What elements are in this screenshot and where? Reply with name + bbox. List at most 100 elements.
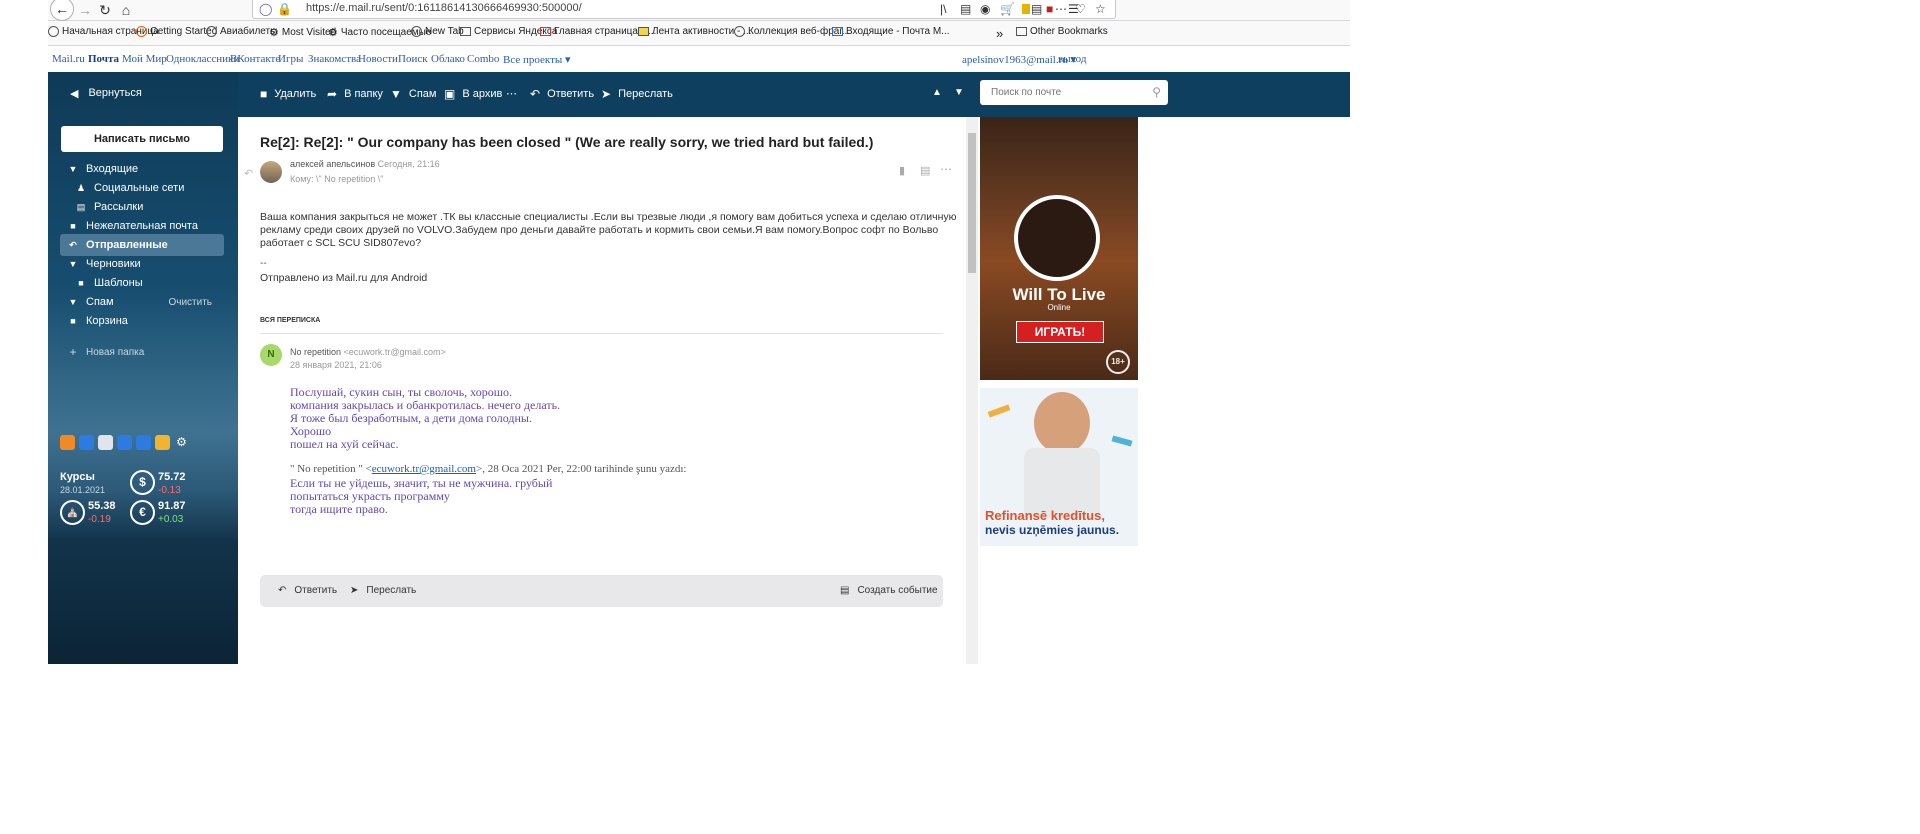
- page-actions-icon[interactable]: ⋯: [1055, 2, 1067, 16]
- compose-button[interactable]: Написать письмо: [61, 126, 223, 152]
- trash-icon: ■: [70, 316, 76, 326]
- portal-link[interactable]: Новости: [358, 53, 398, 65]
- firefox-icon: [136, 26, 147, 37]
- archive-button[interactable]: ▣ В архив: [444, 87, 502, 101]
- decor-stripe: [1111, 435, 1133, 447]
- quoted-line: тогда ищите право.: [290, 502, 388, 516]
- reader-view-icon[interactable]: ▤: [1031, 2, 1042, 16]
- spam-button[interactable]: ▼ Спам: [390, 87, 436, 101]
- triangle-down-icon: ▼: [68, 259, 78, 269]
- bookmark-item[interactable]: Авиабилеты: [206, 26, 277, 37]
- message-more-icon[interactable]: ⋯: [940, 162, 952, 176]
- portal-link[interactable]: Мой Мир: [122, 53, 167, 65]
- folder-trash[interactable]: ■ Корзина: [60, 310, 224, 332]
- tasks-icon[interactable]: [117, 435, 132, 450]
- library-icon[interactable]: |\: [940, 2, 946, 16]
- quote-header: " No repetition " <ecuwork.tr@gmail.com>…: [290, 463, 687, 475]
- account-icon[interactable]: ◉: [980, 2, 990, 16]
- bookmark-flag-icon[interactable]: ▮: [899, 164, 905, 177]
- portal-link[interactable]: Почта: [88, 53, 119, 65]
- oil-barrel-icon: ⛪: [60, 500, 85, 525]
- sender-name[interactable]: алексей апельсинов: [290, 159, 375, 169]
- portal-link[interactable]: Одноклассники: [166, 53, 239, 65]
- bookmark-star-icon[interactable]: ☆: [1095, 2, 1106, 16]
- bookmark-item[interactable]: Входящие - Почта М...: [832, 26, 950, 37]
- people-icon: ♟: [76, 182, 86, 193]
- logout-link[interactable]: выход: [1058, 53, 1086, 65]
- chevron-down-icon: ▾: [565, 54, 571, 66]
- more-icon[interactable]: ⋯: [506, 87, 517, 100]
- bookmark-item[interactable]: ⚙ Most Visited: [269, 26, 336, 39]
- lock-icon[interactable]: 🔒: [277, 2, 292, 16]
- addon-icon[interactable]: ■: [1046, 2, 1053, 16]
- portal-link[interactable]: Combo: [467, 53, 499, 65]
- search-icon[interactable]: ⚲: [1152, 85, 1161, 99]
- email-link[interactable]: ecuwork.tr@gmail.com: [372, 463, 476, 475]
- search-box[interactable]: ⚲: [980, 80, 1168, 105]
- loan-ad-headline: Refinansē kredītus,: [985, 508, 1105, 523]
- other-bookmarks[interactable]: Other Bookmarks: [1016, 26, 1108, 37]
- portal-link[interactable]: ВКонтакте: [230, 53, 280, 65]
- eur-rate: 91.87: [158, 500, 186, 512]
- home-icon[interactable]: ⌂: [115, 0, 137, 20]
- forward-arrow-icon[interactable]: →: [74, 0, 96, 20]
- menu-icon[interactable]: ☰: [1068, 2, 1079, 16]
- scrollbar[interactable]: [966, 117, 978, 664]
- reply-bar-forward-button[interactable]: ➤ Переслать: [350, 585, 416, 596]
- delete-button[interactable]: ■ Удалить: [260, 87, 316, 101]
- reply-bar: ↶ Ответить ➤ Переслать ▤ Создать событие: [260, 575, 943, 607]
- avatar: [260, 161, 282, 183]
- portal-link[interactable]: Mail.ru: [52, 53, 85, 65]
- triangle-down-icon: ▼: [68, 164, 78, 174]
- portal-link[interactable]: Облако: [431, 53, 465, 65]
- game-ad-banner[interactable]: Will To Live Online ИГРАТЬ! 18+: [980, 117, 1138, 380]
- mail-icon: [832, 27, 843, 36]
- cart-icon[interactable]: 🛒: [1000, 2, 1015, 16]
- move-to-folder-button[interactable]: ➦ В папку: [327, 87, 383, 101]
- bookmarks-overflow-icon[interactable]: »: [996, 26, 1003, 41]
- reply-button[interactable]: ↶ Ответить: [530, 87, 594, 101]
- portal-link[interactable]: Знакомства: [308, 53, 361, 65]
- forward-button[interactable]: ➤ Переслать: [601, 87, 673, 101]
- sidebar-icon[interactable]: ▤: [960, 2, 971, 16]
- rates-title: Курсы: [60, 471, 95, 483]
- scrollbar-thumb[interactable]: [968, 133, 976, 273]
- next-message-icon[interactable]: ▼: [954, 87, 964, 98]
- eur-change: +0.03: [158, 514, 184, 525]
- reload-icon[interactable]: ↻: [94, 0, 116, 20]
- quoted-sender-line: No repetition <ecuwork.tr@gmail.com>: [290, 347, 446, 357]
- portal-link[interactable]: Поиск: [398, 53, 428, 65]
- sidebar: ◀ Вернуться Написать письмо ▼ Входящие ♟ Со…: [48, 72, 238, 664]
- previous-message-icon[interactable]: ▲: [932, 87, 942, 98]
- all-projects-link[interactable]: Все проекты ▾: [503, 53, 571, 66]
- oil-rate: 55.38: [88, 500, 116, 512]
- calendar-event-icon[interactable]: ▤: [920, 164, 930, 177]
- bookmark-item[interactable]: New Tab: [411, 26, 464, 37]
- url-text: https://e.mail.ru/sent/0:161186141306664…: [306, 2, 582, 14]
- fist-emblem-icon: [1014, 195, 1100, 281]
- games-icon[interactable]: [155, 435, 170, 450]
- contacts-icon[interactable]: [79, 435, 94, 450]
- quoted-sender-name[interactable]: No repetition: [290, 347, 341, 357]
- folder-icon: [1016, 27, 1027, 36]
- calendar-icon[interactable]: [98, 435, 113, 450]
- cloud-icon[interactable]: [60, 435, 75, 450]
- dollar-icon: $: [130, 470, 155, 495]
- settings-gear-icon[interactable]: ⚙: [174, 435, 189, 450]
- back-button[interactable]: ◀ Вернуться: [70, 87, 142, 100]
- quoted-line: пошел на хуй сейчас.: [290, 437, 399, 451]
- back-arrow-icon[interactable]: ←: [50, 0, 74, 21]
- loan-ad-banner[interactable]: Refinansē kredītus, nevis uzņēmies jaunu…: [980, 388, 1138, 546]
- search-input[interactable]: [989, 86, 1143, 99]
- video-call-icon[interactable]: [136, 435, 151, 450]
- portal-link[interactable]: Игры: [278, 53, 303, 65]
- ads-column: Will To Live Online ИГРАТЬ! 18+ Refinans…: [980, 117, 1350, 664]
- reply-bar-reply-button[interactable]: ↶ Ответить: [278, 585, 337, 596]
- loan-ad-subline: nevis uzņēmies jaunus.: [985, 523, 1120, 537]
- shield-icon[interactable]: ◯: [259, 2, 272, 16]
- extension-icon[interactable]: [1022, 4, 1030, 14]
- create-event-button[interactable]: ▤ Создать событие: [840, 585, 938, 596]
- play-button[interactable]: ИГРАТЬ!: [1016, 321, 1104, 343]
- clean-spam-link[interactable]: Очистить: [168, 297, 212, 308]
- new-folder-button[interactable]: + Новая папка: [60, 341, 224, 363]
